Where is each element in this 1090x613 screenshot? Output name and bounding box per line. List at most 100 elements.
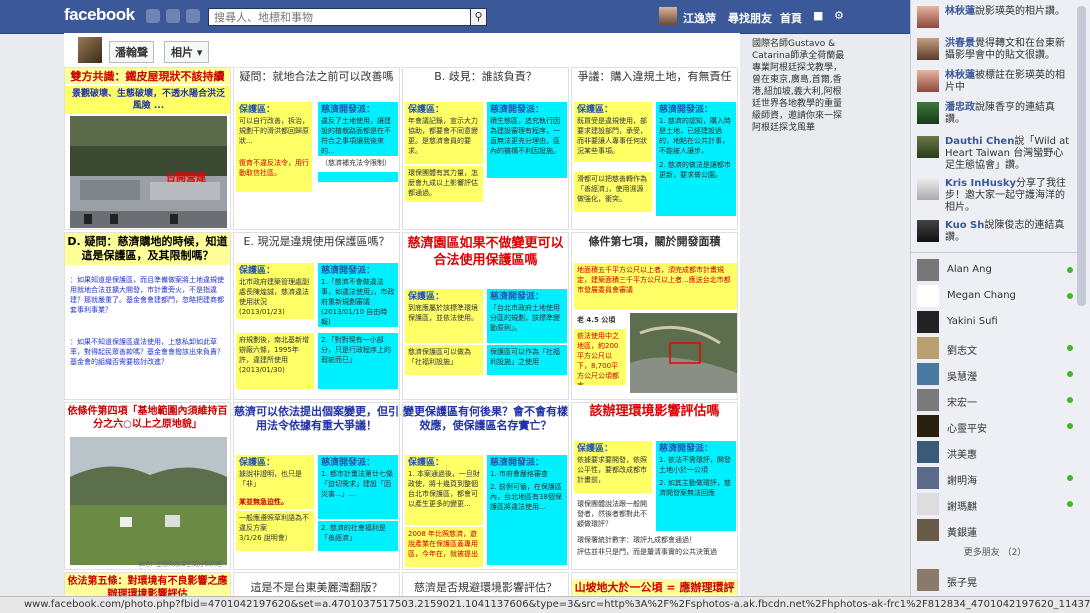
chat-friend[interactable]: 謝瑪麒 xyxy=(917,493,1077,515)
photo-caption: 佔地：生態與慈濟空間分佈的理念 xyxy=(138,561,223,568)
home-link[interactable]: 首頁 xyxy=(780,10,802,26)
friend-name: Alan Ang xyxy=(947,264,992,275)
box-date: 3/1/26 說明會） xyxy=(239,534,292,542)
photo-thumbnail-3[interactable]: B. 歧見：誰該負責？ 保護區： 年會議記錄，宣示大力協助，都要會不同意變更。是… xyxy=(402,67,569,230)
slide-title: B. 歧見：誰該負責？ xyxy=(403,68,568,84)
photo-thumbnail-7[interactable]: 慈濟園區如果不做變更可以合法使用保護區嗎 保護區： 到底應屬於該標準環境保護區，… xyxy=(402,232,569,400)
photo-thumbnail-12[interactable]: 該辦理環境影響評估嗎 保護區： 依據要求要開發，依照公平性，要都改成都市計畫前，… xyxy=(571,402,738,570)
search-input[interactable]: 搜尋人、地標和事物 xyxy=(208,8,486,26)
avatar xyxy=(917,102,939,124)
photos-dropdown[interactable]: 相片 ▾ xyxy=(164,41,210,63)
avatar xyxy=(917,38,939,60)
slide-title: 慈濟園區如果不做變更可以合法使用保護區嗎 xyxy=(403,233,568,273)
friend-name: 謝瑪麒 xyxy=(947,502,977,513)
box-text: 慈濟保護區可以做為「社福利設施」 xyxy=(405,345,483,375)
chat-friend[interactable]: 張子晃 xyxy=(917,569,1077,591)
box-text: 1. 本案通過後，一旦財政使，將十幾頁到整個台北市保護區，都會可以產生更多的變更… xyxy=(408,470,480,508)
online-status-icon xyxy=(1067,267,1073,273)
tzuchi-side-box: 慈濟開發派： 1. 都市計畫法第廿七條「迫切需求」建設「因災害...」... xyxy=(318,455,398,519)
box-text: 環保團體有其力量，怎麼會九成以上影響評估都通過。 xyxy=(405,166,483,202)
box-text: 2008 年比照慈濟，遊說產業在保護區蓋專用區，今年在，就被提出 xyxy=(405,527,483,567)
photo-thumbnail-2[interactable]: 疑問：就地合法之前可以改善嗎 保護區： 可以自行改善，拆治，規劃干的滑洪都回歸原… xyxy=(233,67,400,230)
box-note: （慈濟補充法令限制） xyxy=(318,156,398,172)
online-status-icon xyxy=(1067,293,1073,299)
box-text: 評估並非只是門，而是釐清事實的公共決策過 xyxy=(574,545,737,557)
online-status-icon xyxy=(1067,423,1073,429)
sidebar-scrollbar[interactable] xyxy=(1077,6,1086,306)
slide-title: 這是不是台東美麗灣翻版？ xyxy=(234,579,399,595)
slide-title: 慈濟可以依法提出個案變更，但引用法令依據有重大爭議！ xyxy=(234,403,399,435)
protection-side-box-2: 一般應遵照草利語為不違反方案 3/1/26 說明會） xyxy=(236,511,314,551)
profile-name-button[interactable]: 潘翰聲 xyxy=(109,41,154,63)
friend-name: 洪美惠 xyxy=(947,450,977,461)
box-text: 可以自行改善，拆治，規劃干的滑洪都回歸原狀... xyxy=(239,117,309,145)
privacy-shortcuts-icon[interactable]: ■ xyxy=(813,9,823,22)
avatar xyxy=(917,136,939,158)
tzuchi-side-box: 慈濟開發派： 1. 市府會嚴格審查 2. 前例可循，在保護區內，台北地區有38個… xyxy=(487,455,567,565)
friend-name: Megan Chang xyxy=(947,290,1016,301)
photo-thumbnail-1[interactable]: 雙方共識：鐵皮屋現狀不該持續 景觀破壞、生態破壞，不透水陽合洪泛風險 ... 台… xyxy=(64,67,231,230)
box-heading: 保護區： xyxy=(577,105,614,115)
messages-icon[interactable] xyxy=(166,9,180,23)
avatar xyxy=(917,337,939,359)
online-status-icon xyxy=(1067,475,1073,481)
more-friends-link[interactable]: 更多朋友 （2） xyxy=(910,545,1080,558)
user-name-link[interactable]: 江逸萍 xyxy=(683,10,716,26)
find-friends-link[interactable]: 尋找朋友 xyxy=(728,10,772,26)
chat-friend[interactable]: 黃銀蓮 xyxy=(917,519,1077,541)
search-icon[interactable]: ⚲ xyxy=(470,8,487,26)
chat-friend[interactable]: Megan Chang xyxy=(917,285,1077,307)
box-heading: 保護區： xyxy=(408,292,445,302)
chat-friend[interactable]: 吳慧瀅 xyxy=(917,363,1077,385)
photo-thumbnail-11[interactable]: 變更保護區有何後果？會不會有樣效應，使保護區名存實亡？ 保護區： 1. 本案通過… xyxy=(402,402,569,570)
chat-friend[interactable]: 宋宏一 xyxy=(917,389,1077,411)
notifications-icon[interactable] xyxy=(186,9,200,23)
photo-thumbnail-5[interactable]: D. 疑問：慈濟購地的時候，知道這是保護區，及其限制嗎？ ：如果知道是保護區，而… xyxy=(64,232,231,400)
album-header: 潘翰聲 相片 ▾ xyxy=(64,33,740,68)
photo-thumbnail-8[interactable]: 條件第七項，關於開發面積 地面積五千平方公尺以上者，須完成都市計畫規定，建築面積… xyxy=(571,232,738,400)
sponsored-ad-text[interactable]: 國際名師Gustavo & Catarina師承全荷蘭最專業阿根廷探戈教學，曾在… xyxy=(752,38,848,134)
photos-dropdown-label: 相片 xyxy=(171,46,193,59)
online-status-icon xyxy=(1067,345,1073,351)
avatar xyxy=(917,519,939,541)
photo-thumbnail-4[interactable]: 爭議：購入違規土地，有無責任 保護區： 既買受是違規使用，部要求建設部門，承受，… xyxy=(571,67,738,230)
chat-friend[interactable]: 謝明海 xyxy=(917,467,1077,489)
divider xyxy=(911,252,1081,253)
box-text: 到底應屬於該標準環境保護區，並依法使用。 xyxy=(408,304,478,322)
box-text: 府規劃後，南北基新增辦廠六條，1995年許，違建所使用 xyxy=(239,336,309,364)
photo-caption: 台開營建 xyxy=(166,173,206,184)
box-text: 2. 慈濟的做法是讓都市更新，要求做公園。 xyxy=(659,161,731,179)
chat-friend[interactable]: 洪美惠 xyxy=(917,441,1077,463)
box-text: ：如果知道是保護區，而且準備做案將土地違規使用就地合法並擴大開發，市計畫旁火，不… xyxy=(67,273,230,329)
box-date: (2013/01/23) xyxy=(239,308,285,316)
ticker-name: 潘忠政 xyxy=(945,102,975,113)
photo-thumbnail-6[interactable]: E. 現況是違規使用保護區嗎？ 保護區： 北市政府建築管理處副處長陳煌誠，慈濟違… xyxy=(233,232,400,400)
ticker-name: Kris InHusky xyxy=(945,178,1016,189)
ticker-name: Kuo Sh xyxy=(945,220,985,231)
avatar xyxy=(917,467,939,489)
friend-requests-icon[interactable] xyxy=(146,9,160,23)
box-heading: 慈濟開發派： xyxy=(321,105,376,115)
profile-avatar[interactable] xyxy=(78,37,102,63)
settings-gear-icon[interactable]: ⚙ xyxy=(834,9,844,22)
slide-title: 依條件第四項「基地範圍內須維持百分之六○以上之原地貌」 xyxy=(65,403,230,435)
slide-title: 疑問：就地合法之前可以改善嗎 xyxy=(234,68,399,84)
chat-friend[interactable]: Alan Ang xyxy=(917,259,1077,281)
box-text: 環保署統計數字：環評九成都會通過！ xyxy=(574,533,737,545)
avatar xyxy=(917,220,939,242)
chat-friend[interactable]: 心靈平安 xyxy=(917,415,1077,437)
protection-side-box: 保護區： 既買受是違規使用，部要求建設部門，承受，而非要讓人專事任何狀況某些事項… xyxy=(574,102,652,162)
photo-thumbnail-10[interactable]: 慈濟可以依法提出個案變更，但引用法令依據有重大爭議！ 保護區： 據說非證明，也只… xyxy=(233,402,400,570)
chat-friend[interactable]: Yakini Sufi xyxy=(917,311,1077,333)
friend-name: 謝明海 xyxy=(947,476,977,487)
box-text: 積生態區，追究執行因為建設審理有程序，一直無法更充分理由，區內的機構不利因設施。 xyxy=(490,117,560,155)
box-text: 1.「慈濟不會做違法事，如違法使用」，市政府重新規劃審議 xyxy=(321,278,395,306)
tzuchi-side-box: 慈濟開發派： 1. 慈濟的認知，購入時是土地，已經建設過的，地點在公共計事，不能… xyxy=(656,102,736,216)
photo-thumbnail-9[interactable]: 依條件第四項「基地範圍內須維持百分之六○以上之原地貌」 佔地：生態與慈濟空間分佈… xyxy=(64,402,231,570)
protection-side-box: 保護區： 據說非證明，也只是「非」 xyxy=(236,455,314,495)
browser-status-url: www.facebook.com/photo.php?fbid=47010421… xyxy=(0,596,1090,613)
box-date: (2013/01/10 自由時報) xyxy=(321,308,388,326)
facebook-logo[interactable]: facebook xyxy=(64,5,135,25)
user-avatar[interactable] xyxy=(659,7,677,25)
chat-friend[interactable]: 劉志文 xyxy=(917,337,1077,359)
